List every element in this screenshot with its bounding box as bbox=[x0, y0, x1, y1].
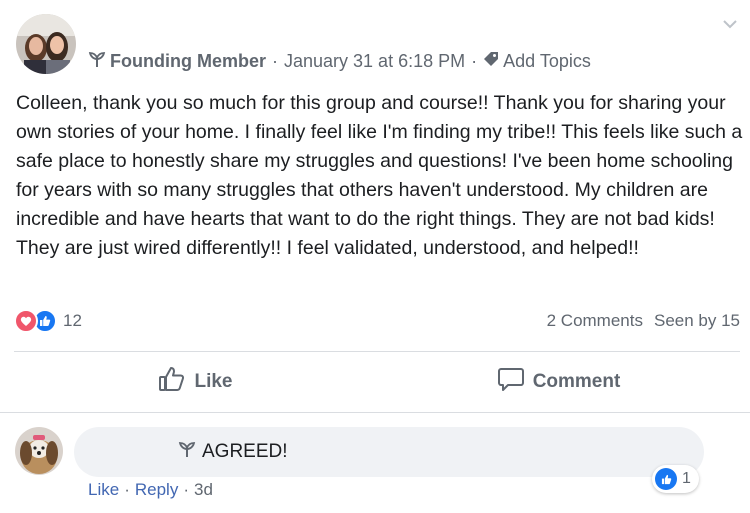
like-label: Like bbox=[194, 371, 233, 392]
stats-right: 2 Comments Seen by 15 bbox=[547, 311, 740, 331]
comment-section: AGREED! 1 Like · Reply · 3d bbox=[0, 413, 750, 513]
meta-separator: · bbox=[471, 51, 478, 71]
post-meta: Founding Member · January 31 at 6:18 PM … bbox=[88, 50, 591, 73]
thumbs-up-icon bbox=[655, 468, 677, 490]
comment-text: AGREED! bbox=[202, 441, 288, 462]
sprout-icon bbox=[88, 50, 106, 73]
comment-button[interactable]: Comment bbox=[377, 354, 740, 410]
reaction-icons[interactable] bbox=[14, 309, 57, 333]
comment-reaction-badge[interactable]: 1 bbox=[652, 465, 699, 493]
post-actions: Like Comment bbox=[14, 354, 740, 410]
comment-time[interactable]: 3d bbox=[194, 480, 213, 500]
thumbs-up-icon bbox=[158, 365, 194, 399]
speech-bubble-icon bbox=[497, 365, 533, 399]
comment-reaction-count: 1 bbox=[682, 470, 691, 487]
comment-bubble bbox=[74, 427, 704, 477]
comment-label: Comment bbox=[532, 371, 621, 392]
reaction-count[interactable]: 12 bbox=[63, 311, 82, 331]
comment-content: AGREED! bbox=[178, 440, 288, 464]
founding-member-badge: Founding Member bbox=[110, 51, 266, 71]
meta-separator: · bbox=[272, 51, 278, 71]
heart-icon bbox=[14, 309, 38, 333]
comment-actions: Like · Reply · 3d bbox=[88, 480, 213, 500]
comment-separator: · bbox=[124, 480, 130, 499]
post-header: Founding Member · January 31 at 6:18 PM … bbox=[0, 0, 750, 90]
commenter-avatar[interactable] bbox=[15, 427, 63, 475]
post-body: Colleen, thank you so much for this grou… bbox=[16, 92, 743, 259]
author-avatar[interactable] bbox=[16, 14, 76, 74]
chevron-down-icon[interactable] bbox=[720, 14, 740, 34]
post-timestamp[interactable]: January 31 at 6:18 PM bbox=[284, 51, 465, 72]
add-topics-link[interactable]: Add Topics bbox=[503, 51, 591, 72]
comment-reply-link[interactable]: Reply bbox=[135, 480, 178, 500]
like-button[interactable]: Like bbox=[14, 354, 377, 410]
comment-separator: · bbox=[183, 480, 189, 499]
reaction-stats: 12 2 Comments Seen by 15 bbox=[14, 306, 740, 336]
divider bbox=[14, 351, 740, 352]
comments-count-link[interactable]: 2 Comments bbox=[547, 311, 643, 331]
sprout-icon bbox=[178, 440, 202, 464]
comment-like-link[interactable]: Like bbox=[88, 480, 119, 500]
tag-icon bbox=[483, 51, 499, 72]
seen-by-link[interactable]: Seen by 15 bbox=[654, 311, 740, 331]
